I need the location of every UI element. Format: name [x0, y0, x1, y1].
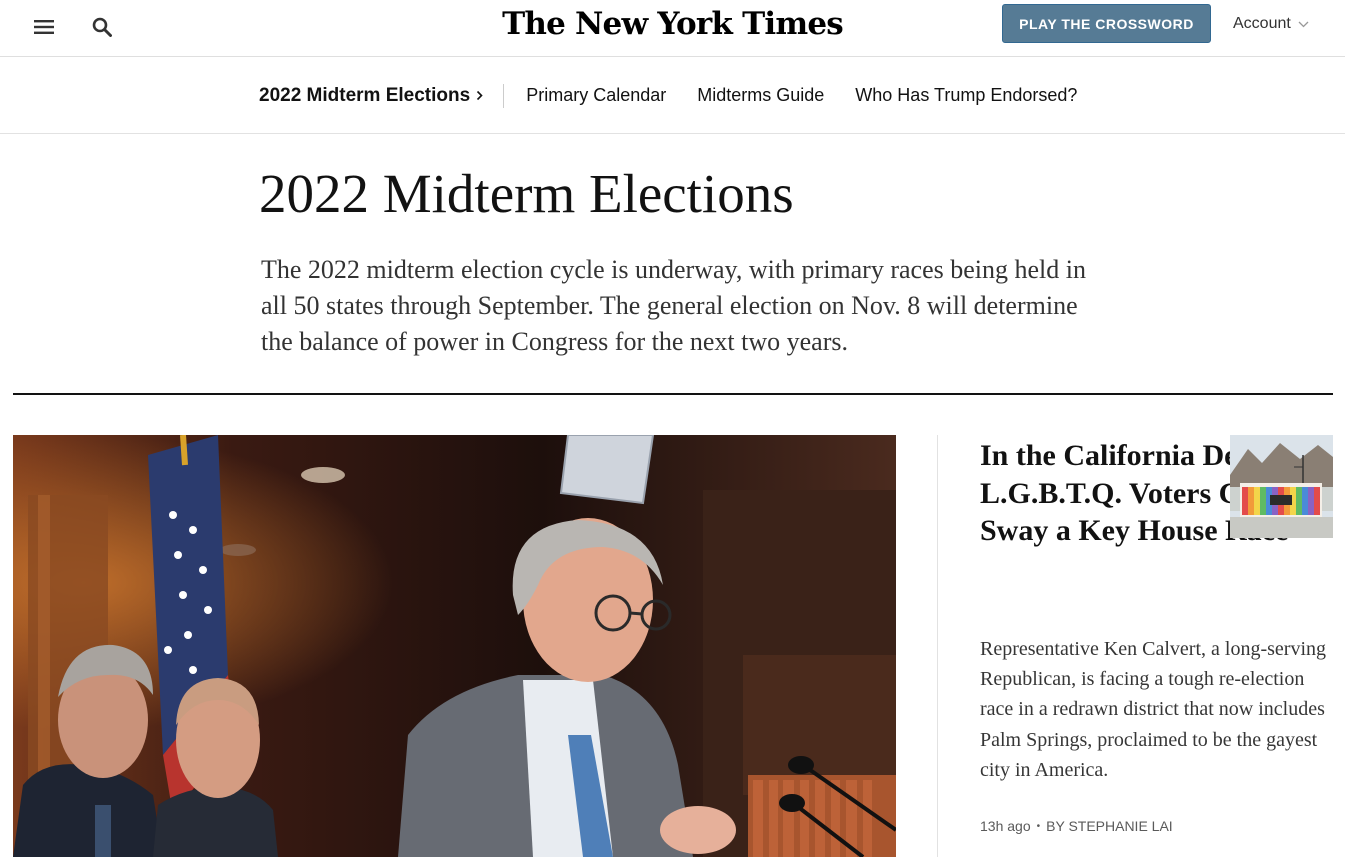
- account-menu[interactable]: Account: [1233, 15, 1309, 33]
- nav-link-trump-endorsed[interactable]: Who Has Trump Endorsed?: [855, 85, 1077, 106]
- lead-story-photo[interactable]: [13, 435, 896, 857]
- section-nav: 2022 Midterm Elections Primary Calendar …: [0, 57, 1345, 134]
- page-title: 2022 Midterm Elections: [259, 163, 794, 224]
- chevron-right-icon: [477, 90, 483, 101]
- page-summary: The 2022 midterm election cycle is under…: [261, 255, 1086, 356]
- nav-divider: [503, 83, 505, 108]
- story-byline: By STEPHANIE LAI: [1046, 818, 1173, 834]
- story-thumbnail[interactable]: [1230, 435, 1333, 538]
- story-summary: Representative Ken Calvert, a long-servi…: [980, 638, 1326, 781]
- nav-link-midterms-guide[interactable]: Midterms Guide: [697, 85, 824, 106]
- story-meta: 13h ago • By STEPHANIE LAI: [980, 818, 1173, 834]
- nav-link-primary-calendar[interactable]: Primary Calendar: [526, 85, 666, 106]
- meta-separator-icon: •: [1036, 820, 1041, 832]
- masthead: The New York Times PLAY THE CROSSWORD Ac…: [0, 0, 1345, 57]
- account-label: Account: [1233, 15, 1291, 32]
- section-rule: [13, 393, 1333, 395]
- play-crossword-button[interactable]: PLAY THE CROSSWORD: [1002, 4, 1211, 43]
- column-divider: [937, 435, 938, 857]
- section-home-link[interactable]: 2022 Midterm Elections: [259, 85, 483, 107]
- section-title: 2022 Midterm Elections: [259, 84, 471, 106]
- story-timestamp: 13h ago: [980, 818, 1031, 834]
- chevron-down-icon: [1298, 21, 1309, 27]
